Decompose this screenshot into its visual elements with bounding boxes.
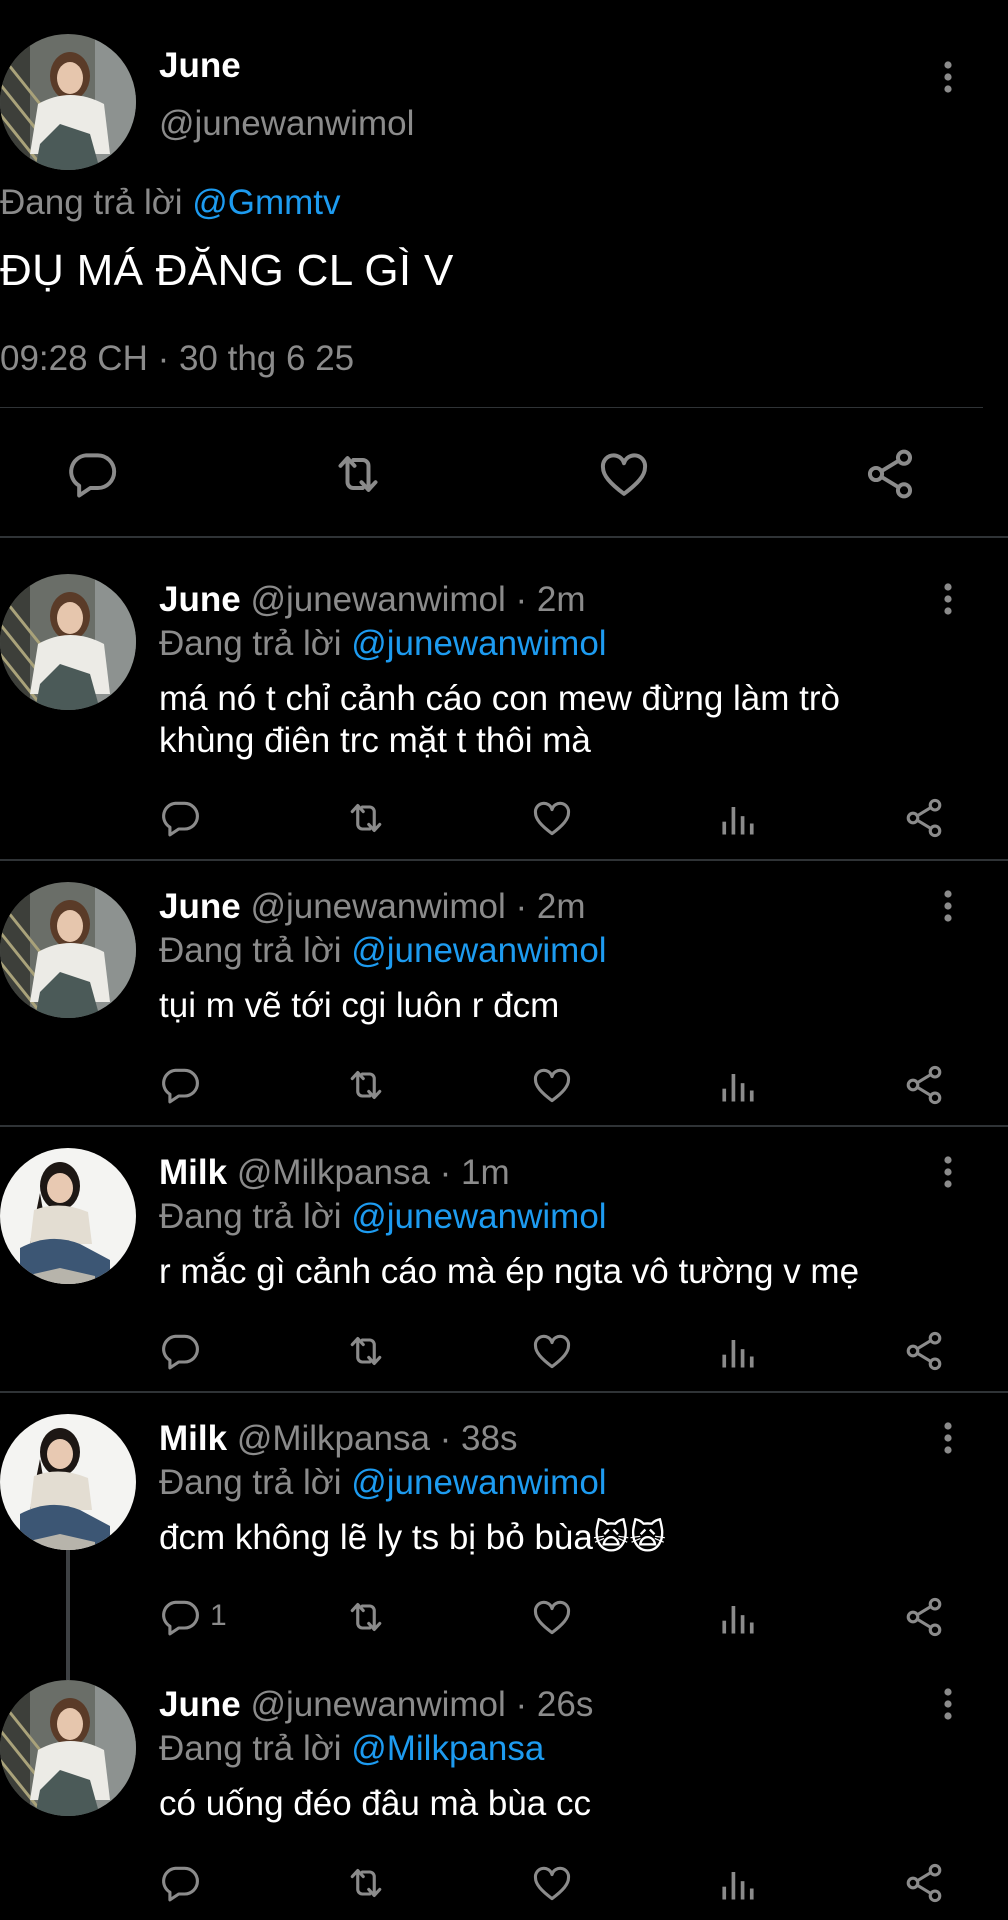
avatar[interactable] [0, 574, 136, 710]
more-options-icon[interactable] [943, 1421, 953, 1455]
avatar[interactable] [0, 34, 136, 170]
replying-label: Đang trả lời [159, 1729, 342, 1768]
avatar[interactable] [0, 1680, 136, 1816]
tweet-text-line: có uống đéo đâu mà bùa cc [159, 1784, 591, 1823]
share-icon[interactable] [902, 796, 946, 840]
tweet-text: r mắc gì cảnh cáo mà ép ngta vô tường v … [159, 1251, 979, 1293]
divider [0, 407, 983, 408]
more-options-icon[interactable] [943, 1155, 953, 1189]
thread-connector [66, 1550, 70, 1680]
author-line: June @junewanwimol · 2m [159, 580, 586, 620]
replying-to-line: Đang trả lời @junewanwimol [159, 1197, 607, 1237]
divider [0, 859, 1008, 861]
views-icon[interactable] [716, 1595, 760, 1639]
tweet-text-line: má nó t chỉ cảnh cáo con mew đừng làm tr… [159, 679, 840, 718]
main-tweet: June @junewanwimol Đang trả lời @Gmmtv Đ… [0, 0, 1008, 538]
author-name[interactable]: June [159, 46, 241, 86]
divider [0, 1391, 1008, 1393]
replying-to-line: Đang trả lời @junewanwimol [159, 624, 607, 664]
author-handle[interactable]: @junewanwimol · 2m [250, 580, 585, 619]
author-line: June @junewanwimol · 2m [159, 887, 586, 927]
reply-icon[interactable] [158, 1063, 202, 1107]
avatar[interactable] [0, 882, 136, 1018]
author-handle[interactable]: @Milkpansa · 1m [237, 1153, 510, 1192]
share-icon[interactable] [902, 1063, 946, 1107]
retweet-icon[interactable] [344, 1329, 388, 1373]
more-options-icon[interactable] [943, 60, 953, 94]
share-icon[interactable] [902, 1329, 946, 1373]
replying-label: Đang trả lời [159, 1463, 342, 1502]
views-icon[interactable] [716, 796, 760, 840]
author-handle[interactable]: @Milkpansa · 38s [237, 1419, 518, 1458]
like-icon[interactable] [530, 1861, 574, 1905]
share-icon[interactable] [902, 1861, 946, 1905]
more-options-icon[interactable] [943, 889, 953, 923]
retweet-icon[interactable] [344, 796, 388, 840]
reply-icon[interactable] [158, 796, 202, 840]
like-icon[interactable] [596, 446, 652, 502]
author-name[interactable]: Milk [159, 1153, 227, 1192]
author-name[interactable]: June [159, 1685, 241, 1724]
author-line: June @junewanwimol · 26s [159, 1685, 593, 1725]
replying-label: Đang trả lời [159, 624, 342, 663]
replying-to-link[interactable]: @junewanwimol [351, 1463, 606, 1502]
like-icon[interactable] [530, 1063, 574, 1107]
author-name[interactable]: June [159, 887, 241, 926]
retweet-icon[interactable] [344, 1063, 388, 1107]
share-icon[interactable] [862, 446, 918, 502]
replying-to-link[interactable]: @junewanwimol [351, 931, 606, 970]
like-icon[interactable] [530, 1595, 574, 1639]
author-handle[interactable]: @junewanwimol · 26s [250, 1685, 593, 1724]
tweet-text-line: r mắc gì cảnh cáo mà ép ngta vô tường v … [159, 1252, 860, 1291]
reply-count: 1 [210, 1599, 227, 1632]
author-line: Milk @Milkpansa · 38s [159, 1419, 517, 1459]
avatar[interactable] [0, 1414, 136, 1550]
views-icon[interactable] [716, 1861, 760, 1905]
author-name[interactable]: June [159, 580, 241, 619]
tweet-text-line: tụi m vẽ tới cgi luôn r đcm [159, 986, 560, 1025]
views-icon[interactable] [716, 1329, 760, 1373]
reply-icon[interactable] [158, 1595, 202, 1639]
author-handle[interactable]: @junewanwimol [159, 104, 414, 144]
replying-to-line: Đang trả lời @Milkpansa [159, 1729, 544, 1769]
retweet-icon[interactable] [344, 1861, 388, 1905]
tweet-text: có uống đéo đâu mà bùa cc [159, 1783, 979, 1825]
divider [0, 1125, 1008, 1127]
avatar[interactable] [0, 1148, 136, 1284]
replying-to-link[interactable]: @Milkpansa [351, 1729, 544, 1768]
replying-to-line: Đang trả lời @junewanwimol [159, 1463, 607, 1503]
tweet-text: ĐỤ MÁ ĐĂNG CL GÌ V [0, 246, 454, 295]
replying-to-link[interactable]: @junewanwimol [351, 624, 606, 663]
more-options-icon[interactable] [943, 582, 953, 616]
author-name[interactable]: Milk [159, 1419, 227, 1458]
replying-label: Đang trả lời [0, 183, 183, 222]
divider [0, 536, 1008, 538]
replying-label: Đang trả lời [159, 931, 342, 970]
retweet-icon[interactable] [344, 1595, 388, 1639]
more-options-icon[interactable] [943, 1687, 953, 1721]
author-handle[interactable]: @junewanwimol · 2m [250, 887, 585, 926]
reply-icon[interactable] [158, 1329, 202, 1373]
replying-label: Đang trả lời [159, 1197, 342, 1236]
tweet-text: tụi m vẽ tới cgi luôn r đcm [159, 985, 979, 1027]
share-icon[interactable] [902, 1595, 946, 1639]
like-icon[interactable] [530, 796, 574, 840]
like-icon[interactable] [530, 1329, 574, 1373]
tweet-text: đcm không lẽ ly ts bị bỏ bùa🙀🙀 [159, 1517, 979, 1559]
replying-to-line: Đang trả lời @Gmmtv [0, 183, 341, 223]
reply-icon[interactable] [158, 1861, 202, 1905]
reply-icon[interactable] [64, 446, 120, 502]
tweet-text-line: khùng điên trc mặt t thôi mà [159, 721, 591, 760]
replying-to-link[interactable]: @Gmmtv [192, 183, 340, 222]
replying-to-line: Đang trả lời @junewanwimol [159, 931, 607, 971]
tweet-text-line: đcm không lẽ ly ts bị bỏ bùa🙀🙀 [159, 1518, 666, 1557]
views-icon[interactable] [716, 1063, 760, 1107]
tweet-text: má nó t chỉ cảnh cáo con mew đừng làm tr… [159, 678, 979, 762]
tweet-timestamp: 09:28 CH · 30 thg 6 25 [0, 339, 355, 378]
retweet-icon[interactable] [330, 446, 386, 502]
author-line: Milk @Milkpansa · 1m [159, 1153, 510, 1193]
replying-to-link[interactable]: @junewanwimol [351, 1197, 606, 1236]
